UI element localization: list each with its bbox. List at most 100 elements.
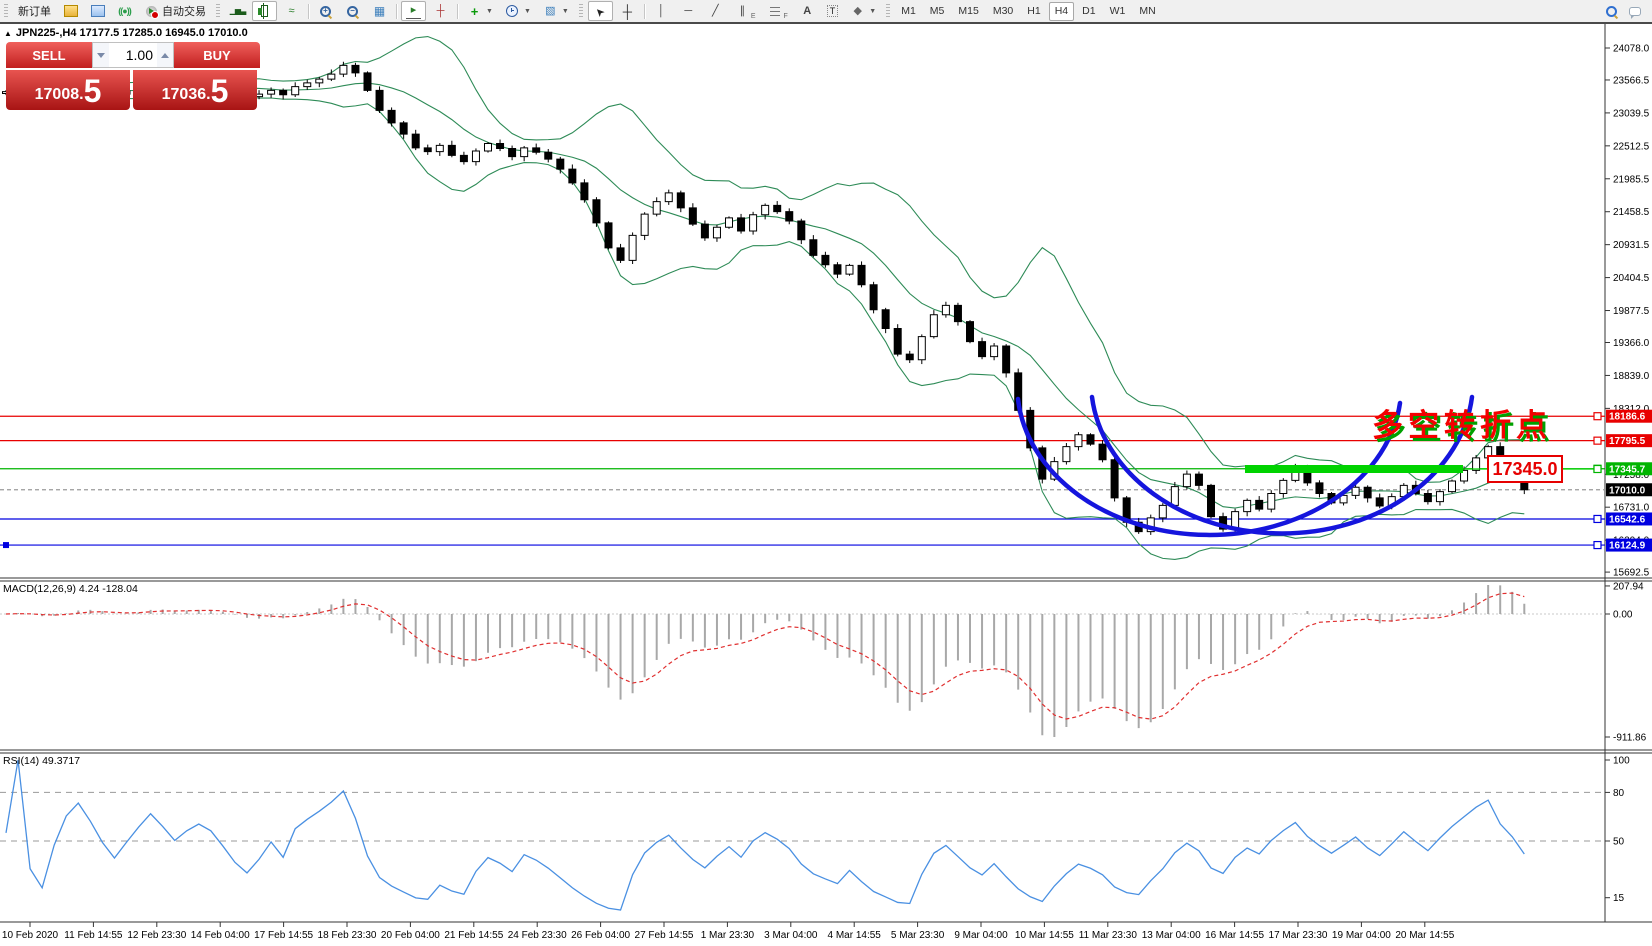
svg-text:15: 15	[1613, 893, 1625, 904]
triangle-down-icon	[97, 53, 105, 58]
timeframe-button-M30[interactable]: M30	[987, 2, 1019, 21]
svg-text:19877.5: 19877.5	[1613, 306, 1650, 317]
fibonacci-button[interactable]: F	[762, 1, 792, 21]
toolbar-grip[interactable]	[579, 4, 583, 19]
turning-point-annotation[interactable]: 多空转折点	[1372, 400, 1552, 445]
candlestick-icon	[257, 4, 272, 19]
triangle-up-icon	[161, 53, 169, 58]
crosshair-button[interactable]: ┼	[615, 1, 640, 21]
fibonacci-icon	[767, 4, 782, 19]
zoom-in-button[interactable]: +	[313, 1, 338, 21]
add-indicator-icon: +	[467, 4, 482, 19]
market-watch-button[interactable]	[58, 1, 83, 21]
templates-button[interactable]: ▧▼	[538, 1, 574, 21]
toolbar-grip[interactable]	[4, 4, 8, 19]
text-tool-button[interactable]: A	[795, 1, 820, 21]
template-icon: ▧	[543, 4, 558, 19]
svg-text:11 Mar 23:30: 11 Mar 23:30	[1079, 930, 1138, 941]
svg-text:18839.0: 18839.0	[1613, 371, 1650, 382]
cursor-button[interactable]: ➤	[588, 1, 613, 21]
auto-scroll-button[interactable]: ▸	[401, 1, 426, 21]
channel-button[interactable]: ∥E	[730, 1, 761, 21]
candlestick-chart-button[interactable]	[252, 1, 277, 21]
tile-windows-button[interactable]: ▦	[367, 1, 392, 21]
chart-shift-button[interactable]: ┼	[428, 1, 453, 21]
svg-text:26 Feb 04:00: 26 Feb 04:00	[571, 930, 630, 941]
channel-icon: ∥	[735, 4, 750, 19]
trendline-icon: ╱	[708, 4, 723, 19]
svg-text:21985.5: 21985.5	[1613, 174, 1650, 185]
volume-input[interactable]: 1.00	[109, 43, 157, 67]
svg-text:100: 100	[1613, 756, 1630, 767]
svg-text:17795.5: 17795.5	[1609, 436, 1646, 447]
svg-text:10 Mar 14:55: 10 Mar 14:55	[1015, 930, 1074, 941]
svg-text:10 Feb 2020: 10 Feb 2020	[2, 930, 59, 941]
svg-text:24 Feb 23:30: 24 Feb 23:30	[508, 930, 567, 941]
svg-text:1 Mar 23:30: 1 Mar 23:30	[701, 930, 755, 941]
sell-button[interactable]: SELL	[6, 42, 92, 68]
toolbar-grip[interactable]	[886, 4, 890, 19]
svg-text:17010.0: 17010.0	[1609, 485, 1646, 496]
line-chart-button[interactable]: ≈	[279, 1, 304, 21]
svg-text:50: 50	[1613, 837, 1625, 848]
crosshair-icon: ┼	[620, 4, 635, 19]
horizontal-line-button[interactable]: ─	[676, 1, 701, 21]
buy-price-button[interactable]: 17036.5	[133, 70, 257, 110]
zoom-out-button[interactable]: −	[340, 1, 365, 21]
bar-chart-button[interactable]: ▁▅▃	[225, 1, 250, 21]
chat-icon[interactable]	[1627, 4, 1642, 19]
arrows-tool-button[interactable]: ◆▼	[845, 1, 881, 21]
clock-icon	[505, 4, 520, 19]
toolbar-grip[interactable]	[216, 4, 220, 19]
collapse-arrow-icon[interactable]: ▲	[4, 29, 12, 38]
svg-text:11 Feb 14:55: 11 Feb 14:55	[64, 930, 123, 941]
svg-text:20404.5: 20404.5	[1613, 273, 1650, 284]
svg-text:16731.0: 16731.0	[1613, 503, 1650, 514]
volume-spinner: 1.00	[92, 42, 174, 68]
trendline-button[interactable]: ╱	[703, 1, 728, 21]
text-label-icon: T	[827, 5, 839, 17]
svg-text:16124.9: 16124.9	[1609, 541, 1646, 552]
market-watch-icon	[63, 4, 78, 19]
navigator-icon: ((●))	[117, 4, 132, 19]
timeframe-button-H4[interactable]: H4	[1049, 2, 1074, 21]
text-label-button[interactable]: T	[822, 1, 844, 21]
timeframe-button-M5[interactable]: M5	[924, 2, 951, 21]
svg-text:3 Mar 04:00: 3 Mar 04:00	[764, 930, 818, 941]
periods-button[interactable]: ▼	[500, 1, 536, 21]
indicators-button[interactable]: +▼	[462, 1, 498, 21]
buy-button[interactable]: BUY	[174, 42, 260, 68]
zoom-in-icon: +	[318, 4, 333, 19]
search-icon[interactable]	[1604, 4, 1619, 19]
dropdown-arrow-icon: ▼	[562, 8, 569, 15]
autotrade-button[interactable]: 自动交易	[139, 1, 211, 21]
timeframe-button-H1[interactable]: H1	[1021, 2, 1046, 21]
timeframe-button-M15[interactable]: M15	[952, 2, 984, 21]
chart-canvas[interactable]: 24078.023566.523039.522512.521985.521458…	[0, 0, 1652, 946]
timeframe-button-D1[interactable]: D1	[1076, 2, 1101, 21]
volume-decrease-button[interactable]	[93, 43, 109, 67]
sell-price-button[interactable]: 17008.5	[6, 70, 130, 110]
svg-text:21458.5: 21458.5	[1613, 207, 1650, 218]
vertical-line-button[interactable]: │	[649, 1, 674, 21]
vertical-line-icon: │	[654, 4, 669, 19]
new-order-button[interactable]: 新订单	[13, 1, 56, 21]
timeframe-button-W1[interactable]: W1	[1104, 2, 1132, 21]
data-window-icon	[90, 4, 105, 19]
timeframe-button-MN[interactable]: MN	[1133, 2, 1161, 21]
one-click-trading-panel: SELL 1.00 BUY 17008.5 17036.5	[6, 42, 260, 110]
svg-text:17345.7: 17345.7	[1609, 464, 1646, 475]
svg-text:4 Mar 14:55: 4 Mar 14:55	[828, 930, 882, 941]
dropdown-arrow-icon: ▼	[486, 8, 493, 15]
svg-text:20931.5: 20931.5	[1613, 240, 1650, 251]
data-window-button[interactable]	[85, 1, 110, 21]
autotrade-icon	[144, 4, 159, 19]
svg-text:15692.5: 15692.5	[1613, 568, 1650, 579]
volume-increase-button[interactable]	[157, 43, 173, 67]
navigator-button[interactable]: ((●))	[112, 1, 137, 21]
svg-text:17 Mar 23:30: 17 Mar 23:30	[1269, 930, 1328, 941]
timeframe-button-M1[interactable]: M1	[895, 2, 922, 21]
price-tag-annotation[interactable]: 17345.0	[1487, 455, 1563, 483]
svg-text:16542.6: 16542.6	[1609, 514, 1646, 525]
line-chart-icon: ≈	[284, 4, 299, 19]
